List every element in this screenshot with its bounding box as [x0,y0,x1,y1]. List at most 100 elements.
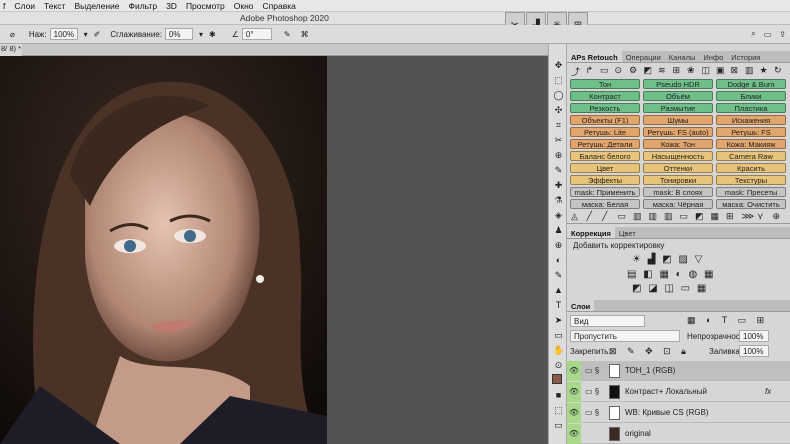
menu-item-4[interactable]: Фильтр [129,1,158,11]
smooth-field[interactable]: 0% [164,28,193,40]
retouch-button-10-1[interactable]: маска: Чёрная [643,199,713,209]
menu-item-7[interactable]: Окно [234,1,254,11]
retouch-button-9-2[interactable]: mask: Пресеты [716,187,786,197]
eye-icon[interactable]: 👁︎ [567,403,581,423]
retouch-button-9-1[interactable]: mask: В слоях [643,187,713,197]
retouch-button-7-0[interactable]: Цвет [570,163,640,173]
fill-field[interactable]: 100% [739,345,769,357]
retouch-button-9-0[interactable]: mask: Применить [570,187,640,197]
tool-icon-22[interactable]: ■ [553,390,564,401]
retouch-action-icon-0[interactable]: ⤴ [571,65,580,78]
retouch-button-6-0[interactable]: Баланс белого [570,151,640,161]
retouch-button-0-1[interactable]: Pseudo HDR [643,79,713,89]
retouch-tool-4[interactable]: ▥ [633,211,642,222]
tool-icon-20[interactable]: ⊙ [553,360,564,371]
menu-item-0[interactable]: f [3,1,5,11]
retouch-action-icon-4[interactable]: ⚙ [629,65,637,76]
retouch-tool-7[interactable]: ▭ [680,211,689,222]
retouch-button-6-2[interactable]: Camera Raw [716,151,786,161]
fx-icon[interactable]: fx [765,387,771,396]
folder-icon[interactable]: ▭ § [585,366,599,375]
tool-icon-9[interactable]: ⚗ [553,195,564,206]
retouch-action-icon-2[interactable]: ▭ [600,65,609,76]
tool-icon-1[interactable]: ⬚ [553,75,564,86]
mode-field[interactable]: 100% [49,28,78,40]
retouch-button-6-1[interactable]: Насыщенность [643,151,713,161]
adjust-tab-1[interactable]: Цвет [615,227,640,238]
tool-icon-14[interactable]: ✎ [553,270,564,281]
retouch-tab-3[interactable]: Инфо [699,51,727,62]
retouch-tool-10[interactable]: ⊞ [726,211,734,222]
opacity-field[interactable]: 100% [739,330,769,342]
menu-item-1[interactable]: Слои [14,1,35,11]
tool-icon-4[interactable]: ⌗ [553,120,564,131]
retouch-action-icon-13[interactable]: ★ [760,65,768,76]
tool-icon-15[interactable]: ▲ [553,285,564,296]
retouch-tool-12[interactable]: ⋎ [757,211,764,222]
menu-item-5[interactable]: 3D [166,1,177,11]
retouch-button-8-1[interactable]: Тонировки [643,175,713,185]
filter-icons[interactable]: ▦ ◐ T ▭ ⊞ [687,315,768,326]
airbrush-icon[interactable]: ✐ [94,30,101,39]
tool-icon-7[interactable]: ✎ [553,165,564,176]
retouch-tool-2[interactable]: ╱ [602,211,607,222]
retouch-button-7-2[interactable]: Красить [716,163,786,173]
tab-layers[interactable]: Слои [567,300,595,311]
symmetry-icon[interactable]: ⌘ [301,30,309,39]
retouch-button-2-0[interactable]: Резкость [570,103,640,113]
retouch-tab-2[interactable]: Каналы [665,51,700,62]
retouch-action-icon-6[interactable]: ≋ [658,65,666,76]
tool-icon-24[interactable]: ▭ [553,420,564,431]
tool-icon-18[interactable]: ▭ [553,330,564,341]
retouch-button-0-2[interactable]: Dodge & Burn [716,79,786,89]
retouch-action-icon-12[interactable]: ▥ [745,65,754,76]
tool-icon-0[interactable]: ✥ [553,60,564,71]
retouch-button-8-2[interactable]: Текстуры [716,175,786,185]
tool-icon-6[interactable]: ⊕ [553,150,564,161]
retouch-tool-11[interactable]: ⋙ [742,211,755,222]
retouch-button-5-1[interactable]: Кожа: Тон [643,139,713,149]
retouch-button-1-2[interactable]: Блики [716,91,786,101]
retouch-button-4-2[interactable]: Ретушь: FS [716,127,786,137]
menu-item-6[interactable]: Просмотр [186,1,225,11]
share-icon[interactable]: ⇪ [779,30,786,39]
retouch-tool-1[interactable]: ╱ [587,211,592,222]
eye-icon[interactable]: 👁︎ [567,361,581,381]
tool-icon-10[interactable]: ◈ [553,210,564,221]
retouch-action-icon-5[interactable]: ◩ [644,65,653,76]
angle-field[interactable]: 0° [241,28,272,40]
color-swatch[interactable] [552,374,562,384]
retouch-button-10-2[interactable]: маска: Очистить [716,199,786,209]
retouch-button-7-1[interactable]: Оттенки [643,163,713,173]
retouch-button-5-2[interactable]: Кожа: Макияж [716,139,786,149]
search-icon[interactable]: ⌕ [751,29,755,39]
brush-icon[interactable]: ⌀ [10,30,15,39]
settings-icon[interactable]: ✱ [209,30,216,39]
retouch-action-icon-7[interactable]: ⊞ [673,65,681,76]
retouch-tool-3[interactable]: ▭ [618,211,627,222]
blend-mode-select[interactable]: Пропустить [570,330,680,342]
retouch-tool-0[interactable]: ◬ [571,211,578,222]
retouch-action-icon-9[interactable]: ◫ [702,65,711,76]
tool-icon-11[interactable]: ♟ [553,225,564,236]
tool-icon-16[interactable]: T [553,300,564,311]
retouch-button-10-0[interactable]: маска: Белая [570,199,640,209]
tool-icon-23[interactable]: ⬚ [553,405,564,416]
menu-item-8[interactable]: Справка [263,1,296,11]
retouch-tab-1[interactable]: Операции [622,51,665,62]
layer-row[interactable]: 👁︎ ▭ § WB: Кривые CS (RGB) [567,403,790,423]
tool-icon-17[interactable]: ➤ [553,315,564,326]
retouch-button-3-1[interactable]: Шумы [643,115,713,125]
retouch-button-5-0[interactable]: Ретушь: Детали [570,139,640,149]
retouch-button-8-0[interactable]: Эффекты [570,175,640,185]
retouch-tool-5[interactable]: ▥ [649,211,658,222]
retouch-button-4-0[interactable]: Ретушь: Lite [570,127,640,137]
document-tab[interactable]: 8/ 8) * [0,44,22,56]
retouch-tool-9[interactable]: ▦ [711,211,720,222]
tool-icon-5[interactable]: ✂ [553,135,564,146]
retouch-button-4-1[interactable]: Ретушь: FS (auto) [643,127,713,137]
retouch-tab-0[interactable]: APs Retouch [567,51,622,62]
eye-icon[interactable]: 👁︎ [567,424,581,444]
menu-item-3[interactable]: Выделение [74,1,119,11]
retouch-tab-4[interactable]: История [727,51,764,62]
